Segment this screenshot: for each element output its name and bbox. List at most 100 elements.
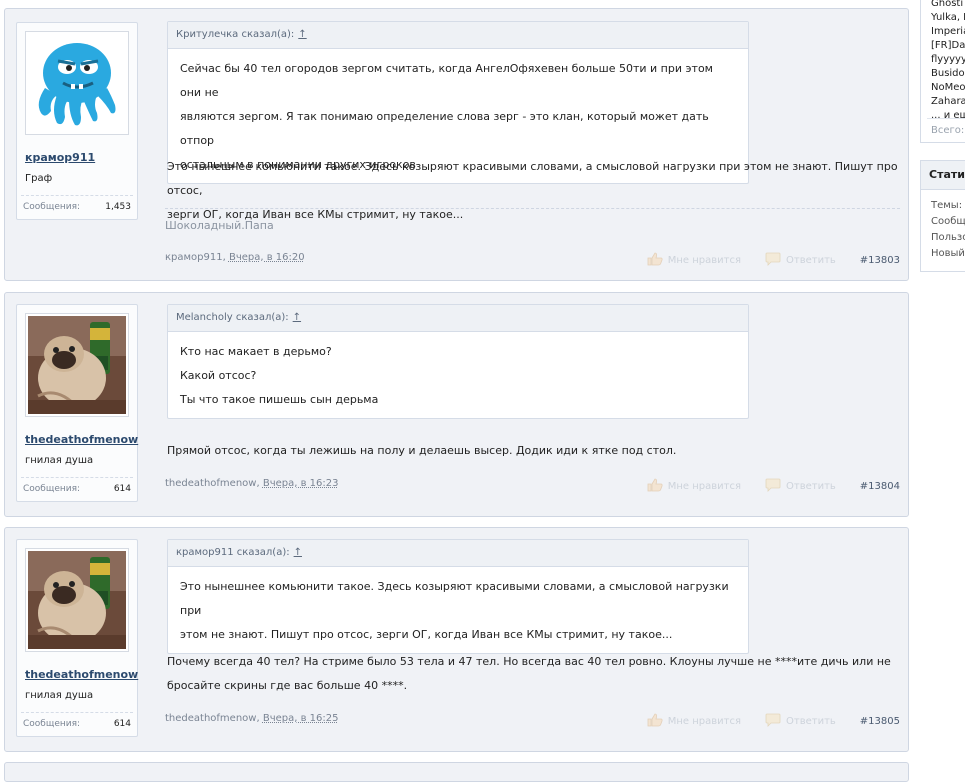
online-total-label: Всего: [931, 125, 965, 136]
pug-photo-avatar-icon [28, 551, 126, 649]
forum-post: крамор911 Граф Сообщения: 1,453 Критулеч… [4, 8, 909, 281]
user-title: гнилая душа [25, 455, 94, 466]
avatar[interactable] [25, 313, 129, 417]
quote-block: Melancholy сказал(а): ↑ Кто нас макает в … [167, 304, 749, 419]
post-footer: thedeathofmenow, Вчера, в 16:23 Мне нрав… [165, 478, 900, 494]
forum-stats-panel: Статис Темы: Сообщ Пользо Новый [920, 160, 965, 272]
post-date[interactable]: Вчера, в 16:20 [229, 252, 305, 263]
jump-to-quote-arrow-icon[interactable]: ↑ [293, 312, 301, 323]
message-line: зерги ОГ, когда Иван все КМы стримит, ну… [167, 208, 464, 221]
octopus-avatar-icon [38, 43, 116, 126]
quote-header: Критулечка сказал(а): ↑ [168, 22, 748, 49]
stats-row: Сообщ [931, 216, 965, 227]
online-user-link[interactable]: Zahara [931, 95, 965, 109]
reply-label: Ответить [786, 481, 836, 492]
post-meta: thedeathofmenow, Вчера, в 16:23 [165, 478, 339, 489]
quote-text: Кто нас макает в дерьмо? Какой отсос? Ты… [168, 332, 748, 418]
speech-bubble-icon [765, 478, 781, 495]
user-message-count: Сообщения: 614 [21, 712, 133, 736]
online-user-link[interactable]: Imperia [931, 25, 965, 39]
quote-line: Кто нас макает в дерьмо? [180, 345, 332, 358]
forum-post-partial [4, 762, 909, 782]
username-link[interactable]: thedeathofmenow [25, 433, 138, 446]
post-footer: крамор911, Вчера, в 16:20 Мне нравится О… [165, 252, 900, 268]
online-user-link[interactable]: Ghosti [931, 0, 965, 11]
quote-line: Это нынешнее комьюнити такое. Здесь козы… [180, 580, 729, 617]
post-actions: Мне нравится Ответить #13803 [647, 252, 900, 269]
post-actions: Мне нравится Ответить #13804 [647, 478, 900, 495]
quote-line: являются зергом. Я так понимаю определен… [180, 110, 709, 147]
message-count-value: 614 [113, 484, 131, 494]
quote-line: этом не знают. Пишут про отсос, зерги ОГ… [180, 628, 673, 641]
jump-to-quote-arrow-icon[interactable]: ↑ [294, 547, 302, 558]
post-date[interactable]: Вчера, в 16:23 [263, 478, 339, 489]
message-line: бросайте скрины где вас больше 40 ****. [167, 679, 408, 692]
quote-text: Это нынешнее комьюнити такое. Здесь козы… [168, 567, 748, 653]
quote-author: крамор911 сказал(а): [176, 547, 290, 558]
online-user-link[interactable]: Yulka, I [931, 11, 965, 25]
message-text: Почему всегда 40 тел? На стриме было 53 … [167, 650, 902, 698]
online-user-link[interactable]: Busido, [931, 67, 965, 81]
message-text: Прямой отсос, когда ты лежишь на полу и … [167, 439, 902, 463]
online-user-link[interactable]: [FR]Da [931, 39, 965, 53]
message-line: Это нынешнее комьюнити такое. Здесь козы… [167, 160, 898, 197]
post-actions: Мне нравится Ответить #13805 [647, 713, 900, 730]
pug-photo-avatar-icon [28, 316, 126, 414]
reply-label: Ответить [786, 716, 836, 727]
forum-stats-title: Статис [921, 161, 965, 190]
signature-divider [165, 208, 900, 209]
username-link[interactable]: крамор911 [25, 151, 137, 164]
user-title: гнилая душа [25, 690, 94, 701]
user-message-count: Сообщения: 1,453 [21, 195, 133, 219]
reply-button[interactable]: Ответить [765, 478, 836, 495]
post-number-link[interactable]: #13805 [860, 716, 900, 727]
post-author-link[interactable]: крамор911 [165, 252, 223, 263]
message-count-label: Сообщения: [23, 719, 81, 729]
reply-button[interactable]: Ответить [765, 713, 836, 730]
online-user-link[interactable]: flyyyyy [931, 53, 965, 67]
more-online-link[interactable]: ... и ещ [931, 109, 965, 123]
user-title: Граф [25, 173, 53, 184]
reply-button[interactable]: Ответить [765, 252, 836, 269]
divider [927, 118, 965, 119]
like-button[interactable]: Мне нравится [647, 478, 741, 495]
online-user-link[interactable]: NoMeo [931, 81, 965, 95]
like-button[interactable]: Мне нравится [647, 252, 741, 269]
username-link[interactable]: thedeathofmenow [25, 668, 138, 681]
thumbs-up-icon [647, 713, 663, 730]
message-text: Это нынешнее комьюнити такое. Здесь козы… [167, 155, 902, 227]
thumbs-up-icon [647, 252, 663, 269]
user-card: thedeathofmenow гнилая душа Сообщения: 6… [16, 539, 138, 737]
avatar[interactable] [25, 548, 129, 652]
post-author-link[interactable]: thedeathofmenow [165, 478, 256, 489]
like-label: Мне нравится [667, 481, 741, 492]
post-number-link[interactable]: #13804 [860, 481, 900, 492]
post-number-link[interactable]: #13803 [860, 255, 900, 266]
reply-label: Ответить [786, 255, 836, 266]
message-count-label: Сообщения: [23, 484, 81, 494]
message-count-value: 614 [113, 719, 131, 729]
online-users-panel: Ghosti Yulka, I Imperia [FR]Da flyyyyy B… [920, 0, 965, 143]
quote-author: Melancholy сказал(а): [176, 312, 289, 323]
like-label: Мне нравится [667, 716, 741, 727]
speech-bubble-icon [765, 713, 781, 730]
quote-header: Melancholy сказал(а): ↑ [168, 305, 748, 332]
message-line: Прямой отсос, когда ты лежишь на полу и … [167, 444, 677, 457]
user-message-count: Сообщения: 614 [21, 477, 133, 501]
forum-post: thedeathofmenow гнилая душа Сообщения: 6… [4, 292, 909, 517]
post-footer: thedeathofmenow, Вчера, в 16:25 Мне нрав… [165, 713, 900, 729]
post-date[interactable]: Вчера, в 16:25 [263, 713, 339, 724]
message-line: Почему всегда 40 тел? На стриме было 53 … [167, 655, 891, 668]
stats-row: Темы: [931, 200, 963, 211]
thumbs-up-icon [647, 478, 663, 495]
post-author-link[interactable]: thedeathofmenow [165, 713, 256, 724]
like-button[interactable]: Мне нравится [647, 713, 741, 730]
quote-author: Критулечка сказал(а): [176, 29, 295, 40]
quote-line: Какой отсос? [180, 369, 257, 382]
jump-to-quote-arrow-icon[interactable]: ↑ [298, 29, 306, 40]
message-count-value: 1,453 [105, 202, 131, 212]
quote-block: крамор911 сказал(а): ↑ Это нынешнее комью… [167, 539, 749, 654]
avatar[interactable] [25, 31, 129, 135]
like-label: Мне нравится [667, 255, 741, 266]
stats-row: Новый [931, 248, 965, 259]
